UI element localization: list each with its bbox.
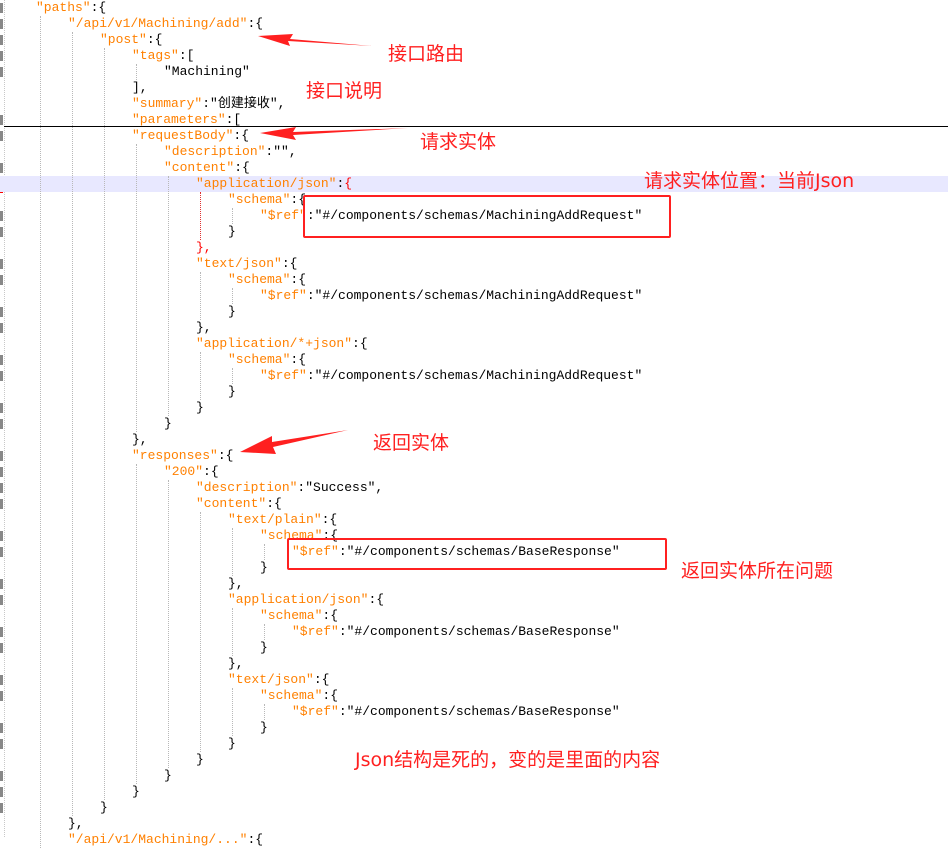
annotation-json-structure: Json结构是死的，变的是里面的内容 — [355, 749, 661, 771]
annotation-response-entity-location: 返回实体所在问题 — [681, 560, 834, 582]
arrow-icon-request — [260, 127, 408, 140]
annotation-request-entity: 请求实体 — [420, 131, 497, 153]
annotation-arrows — [240, 34, 408, 454]
annotation-request-entity-location: 请求实体位置：当前Json — [644, 170, 855, 192]
annotation-interface-route: 接口路由 — [388, 43, 465, 65]
annotation-response-entity: 返回实体 — [373, 432, 450, 454]
annotation-interface-description: 接口说明 — [306, 80, 383, 102]
arrow-icon-response — [240, 430, 348, 454]
arrow-icon-route — [258, 34, 372, 46]
